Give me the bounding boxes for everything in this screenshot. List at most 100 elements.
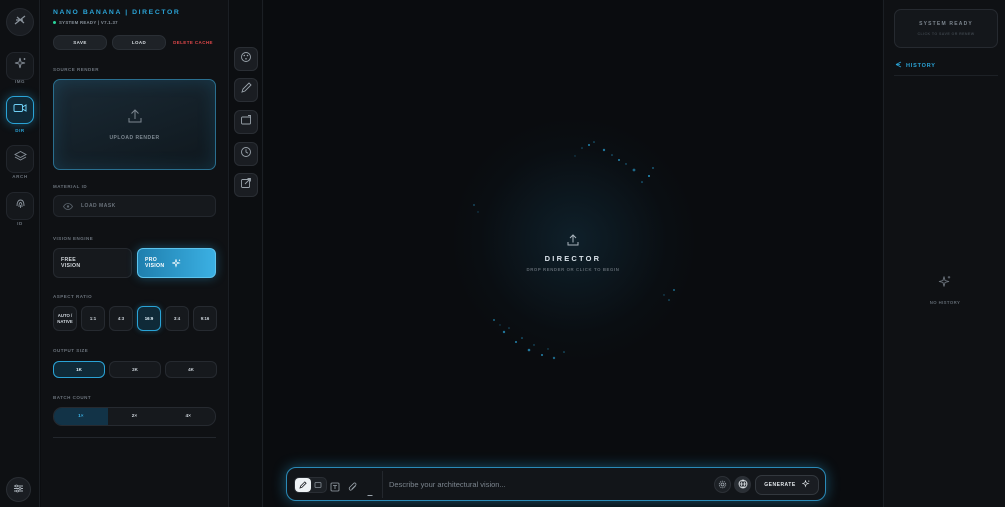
- app-title: NANO BANANA | DIRECTOR: [53, 9, 181, 16]
- rail-label-dir: DIR: [15, 128, 25, 133]
- globe-icon: [738, 476, 748, 494]
- free-vision-label-2: VISION: [61, 263, 81, 269]
- save-button[interactable]: SAVE: [53, 35, 107, 50]
- fingerprint-icon: [14, 197, 27, 215]
- empty-history: NO HISTORY: [884, 275, 1005, 305]
- prompt-divider: [382, 471, 383, 498]
- settings-button[interactable]: [6, 477, 31, 502]
- batch-count-heading: BATCH COUNT: [53, 395, 92, 400]
- history-icon: [895, 61, 902, 70]
- export-tool-button[interactable]: [234, 173, 258, 197]
- rail-item-img[interactable]: [6, 52, 34, 80]
- batch-4x[interactable]: 4×: [161, 408, 215, 425]
- globe-button[interactable]: [734, 476, 751, 493]
- palette-tool-button[interactable]: [234, 47, 258, 71]
- rail-item-id[interactable]: [6, 192, 34, 220]
- gear-icon: [718, 476, 727, 494]
- output-size-4k[interactable]: 4K: [165, 361, 217, 378]
- rail-item-dir[interactable]: [6, 96, 34, 124]
- output-size-selector: 1K 2K 4K: [53, 361, 217, 378]
- attach-icon[interactable]: [348, 479, 358, 497]
- free-vision-button[interactable]: FREE VISION: [53, 248, 132, 278]
- no-history-label: NO HISTORY: [929, 300, 961, 305]
- vision-engine-heading: VISION ENGINE: [53, 236, 94, 241]
- sparkles-icon: [801, 479, 810, 490]
- aspect-16-9[interactable]: 16:9: [137, 306, 161, 331]
- system-ready-subtitle: CLICK TO SAVE OR RENEW: [917, 32, 975, 36]
- rectangle-mode-button[interactable]: [311, 478, 327, 492]
- system-ready-title: SYSTEM READY: [919, 21, 973, 27]
- aspect-ratio-heading: ASPECT RATIO: [53, 294, 93, 299]
- text-box-icon[interactable]: [330, 479, 340, 497]
- aspect-ratio-selector: AUTO / NATIVE 1:1 4:3 16:9 3:4 9:16: [53, 306, 217, 331]
- sliders-icon: [13, 481, 24, 499]
- rectangle-icon: [314, 476, 322, 494]
- prompt-bar: GENERATE: [286, 467, 826, 501]
- layers-icon: [13, 150, 27, 168]
- export-icon: [240, 176, 252, 194]
- prompt-input[interactable]: [387, 471, 712, 498]
- video-icon: [13, 101, 27, 119]
- rail-label-arch: ARCH: [12, 174, 28, 179]
- aspect-4-3[interactable]: 4:3: [109, 306, 133, 331]
- aspect-1-1[interactable]: 1:1: [81, 306, 105, 331]
- material-id-heading: MATERIAL ID: [53, 184, 88, 189]
- canvas-dropzone[interactable]: DIRECTOR DROP RENDER OR CLICK TO BEGIN: [264, 0, 882, 507]
- brush-tool-button[interactable]: [234, 78, 258, 102]
- pencil-icon: [240, 81, 252, 99]
- rail-label-id: ID: [17, 221, 23, 226]
- aspect-9-16[interactable]: 9:16: [193, 306, 217, 331]
- vision-engine-selector: FREE VISION PRO VISION: [53, 248, 216, 278]
- upload-icon: [127, 108, 143, 129]
- aspect-auto-native[interactable]: AUTO / NATIVE: [53, 306, 77, 331]
- aspect-auto-label-2: NATIVE: [57, 318, 73, 324]
- system-status: SYSTEM READY | V7.1.37: [53, 20, 118, 25]
- batch-1x[interactable]: 1×: [54, 408, 108, 425]
- minus-icon[interactable]: [367, 484, 373, 502]
- aspect-3-4[interactable]: 3:4: [165, 306, 189, 331]
- canvas-title: DIRECTOR: [544, 254, 602, 263]
- history-header[interactable]: HISTORY: [895, 61, 936, 70]
- frame-tool-button[interactable]: [234, 110, 258, 134]
- history-tool-button[interactable]: [234, 142, 258, 166]
- sparkles-icon: [14, 57, 27, 75]
- delete-cache-button[interactable]: DELETE CACHE: [171, 35, 215, 50]
- rail-label-img: IMG: [14, 79, 26, 84]
- output-size-2k[interactable]: 2K: [109, 361, 161, 378]
- pro-vision-label-2: VISION: [145, 263, 165, 269]
- logo-icon: [13, 13, 27, 32]
- settings-gear-button[interactable]: [714, 476, 731, 493]
- load-mask-label: LOAD MASK: [81, 203, 116, 209]
- nav-rail: IMG DIR ARCH ID: [0, 0, 40, 507]
- generate-button[interactable]: GENERATE: [755, 475, 819, 495]
- sparkles-icon: [938, 275, 952, 294]
- upload-icon: [566, 233, 580, 252]
- eye-icon: [63, 197, 73, 215]
- history-panel: SYSTEM READY CLICK TO SAVE OR RENEW HIST…: [883, 0, 1005, 507]
- pro-vision-button[interactable]: PRO VISION: [137, 248, 216, 278]
- draw-mode-toggle: [294, 477, 327, 493]
- pencil-icon: [299, 476, 307, 494]
- generate-label: GENERATE: [764, 482, 796, 488]
- sparkles-icon: [171, 258, 181, 271]
- rail-item-arch[interactable]: [6, 145, 34, 173]
- upload-render-dropzone[interactable]: UPLOAD RENDER: [53, 79, 216, 170]
- status-dot: [53, 21, 56, 24]
- frame-icon: [240, 113, 252, 131]
- batch-2x[interactable]: 2×: [108, 408, 162, 425]
- status-text: SYSTEM READY | V7.1.37: [59, 20, 118, 25]
- control-panel: NANO BANANA | DIRECTOR SYSTEM READY | V7…: [41, 0, 229, 507]
- brush-mode-button[interactable]: [295, 478, 311, 492]
- history-divider: [894, 75, 998, 76]
- load-button[interactable]: LOAD: [112, 35, 166, 50]
- panel-divider: [53, 437, 216, 438]
- batch-count-selector: 1× 2× 4×: [53, 407, 216, 426]
- load-mask-button[interactable]: LOAD MASK: [53, 195, 216, 217]
- clock-icon: [240, 145, 252, 163]
- output-size-1k[interactable]: 1K: [53, 361, 105, 378]
- free-vision-label-1: FREE: [61, 256, 77, 263]
- upload-render-label: UPLOAD RENDER: [109, 135, 160, 141]
- app-logo[interactable]: [6, 8, 34, 36]
- system-ready-card[interactable]: SYSTEM READY CLICK TO SAVE OR RENEW: [894, 9, 998, 48]
- source-render-heading: SOURCE RENDER: [53, 67, 100, 72]
